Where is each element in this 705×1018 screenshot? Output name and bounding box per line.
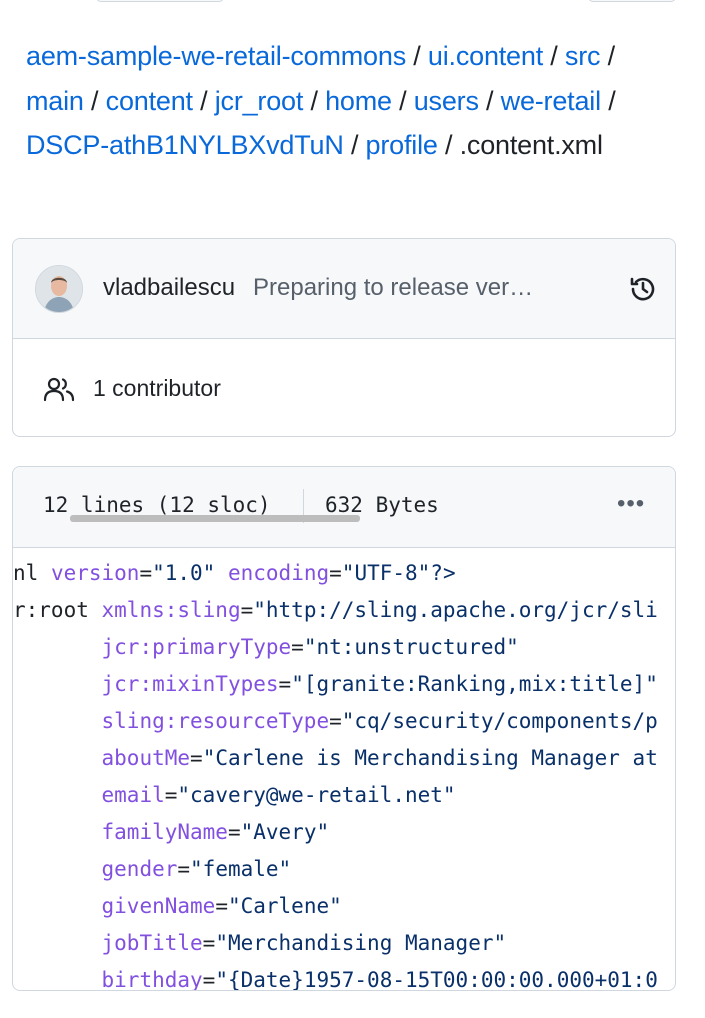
file-viewer: 12 lines (12 sloc) 632 Bytes ••• nl vers… <box>12 466 676 991</box>
code-string: "UTF-8"?> <box>341 561 456 585</box>
code-string: "Merchandising Manager" <box>215 931 507 955</box>
commit-card: vladbailescu Preparing to release ver… 1… <box>12 238 676 437</box>
breadcrumb-separator: / <box>391 85 414 116</box>
code-line: nl version="1.0" encoding="UTF-8"?> <box>13 560 456 586</box>
breadcrumb-separator: / <box>192 85 215 116</box>
breadcrumb-link[interactable]: content <box>106 86 193 116</box>
code-line: jcr:primaryType="nt:unstructured" <box>13 634 519 660</box>
breadcrumb-current-file: .content.xml <box>459 130 603 160</box>
breadcrumb-link[interactable]: jcr_root <box>215 86 304 116</box>
code-line: givenName="Carlene" <box>13 893 342 919</box>
code-line: familyName="Avery" <box>13 819 330 845</box>
code-text: = <box>240 598 254 622</box>
code-string: "{Date}1957-08-15T00:00:00.000+01:0 <box>215 968 658 990</box>
code-attribute: gender <box>101 857 178 881</box>
code-line: birthday="{Date}1957-08-15T00:00:00.000+… <box>13 967 658 990</box>
top-button-stub[interactable] <box>96 0 224 2</box>
code-attribute: birthday <box>101 968 203 990</box>
code-view[interactable]: nl version="1.0" encoding="UTF-8"?> r:roo… <box>13 548 675 990</box>
code-text: = <box>278 672 292 696</box>
breadcrumb-separator: / <box>343 130 366 160</box>
breadcrumb-separator: / <box>83 85 106 116</box>
code-string: "[granite:Ranking,mix:title]" <box>291 672 658 696</box>
code-string: "cq/security/components/p <box>341 709 658 733</box>
history-icon[interactable] <box>627 273 659 305</box>
code-attribute: encoding <box>227 561 330 585</box>
code-attribute: familyName <box>101 820 228 844</box>
contributors-count[interactable]: 1 contributor <box>93 375 221 402</box>
breadcrumb-link[interactable]: DSCP-athB1NYLBXvdTuN <box>26 130 344 160</box>
code-text: = <box>177 857 191 881</box>
breadcrumb-link[interactable]: main <box>26 86 84 116</box>
code-text: r:root <box>13 598 102 622</box>
code-attribute: sling:resourceType <box>101 709 330 733</box>
breadcrumb-separator: / <box>543 41 565 71</box>
file-size: 632 Bytes <box>325 493 439 517</box>
code-text: = <box>190 746 203 770</box>
code-string: "Carlene is Merchandising Manager at <box>202 746 658 770</box>
breadcrumb-separator: / <box>478 85 501 116</box>
contributors-row[interactable]: 1 contributor <box>13 339 675 436</box>
code-line: gender="female" <box>13 856 292 882</box>
code-attribute: jcr:mixinTypes <box>101 672 279 696</box>
code-line: aboutMe="Carlene is Merchandising Manage… <box>13 745 658 771</box>
file-header: 12 lines (12 sloc) 632 Bytes ••• <box>13 467 675 548</box>
code-string: "cavery@we-retail.net" <box>177 783 456 807</box>
code-line: jobTitle="Merchandising Manager" <box>13 930 507 956</box>
file-line-count: 12 lines (12 sloc) <box>43 493 271 517</box>
code-attribute: jcr:primaryType <box>101 635 292 659</box>
code-text: = <box>202 931 216 955</box>
code-text: = <box>227 820 241 844</box>
code-string: "Carlene" <box>227 894 342 918</box>
code-text: = <box>291 635 304 659</box>
commit-message[interactable]: Preparing to release ver… <box>253 274 533 302</box>
code-text: nl <box>13 561 51 585</box>
code-text: = <box>329 561 342 585</box>
code-attribute: givenName <box>101 894 216 918</box>
code-attribute: aboutMe <box>101 746 191 770</box>
breadcrumb-link[interactable]: aem-sample-we-retail-commons <box>26 41 406 71</box>
breadcrumb-link[interactable]: profile <box>366 130 438 160</box>
breadcrumb-link[interactable]: we-retail <box>501 86 601 116</box>
people-icon <box>43 377 75 402</box>
breadcrumb-link[interactable]: src <box>565 41 601 71</box>
code-text: = <box>164 783 178 807</box>
latest-commit-row[interactable]: vladbailescu Preparing to release ver… <box>13 239 675 339</box>
code-string: "http://sling.apache.org/jcr/sli <box>253 598 658 622</box>
breadcrumb-separator: / <box>303 85 326 116</box>
breadcrumb-link[interactable]: users <box>414 86 479 116</box>
breadcrumb-link[interactable]: home <box>325 86 392 116</box>
commit-author[interactable]: vladbailescu <box>103 274 235 302</box>
code-attribute: jobTitle <box>101 931 203 955</box>
code-text: = <box>202 968 216 990</box>
code-line: r:root xmlns:sling="http://sling.apache.… <box>13 597 658 623</box>
code-text: = <box>215 894 228 918</box>
breadcrumb-separator: / <box>600 41 616 71</box>
code-line: jcr:mixinTypes="[granite:Ranking,mix:tit… <box>13 671 658 697</box>
code-string: "female" <box>190 857 292 881</box>
horizontal-scrollbar[interactable] <box>70 515 360 522</box>
code-text: = <box>139 561 153 585</box>
breadcrumb-separator: / <box>437 130 460 160</box>
code-line: sling:resourceType="cq/security/componen… <box>13 708 658 734</box>
avatar[interactable] <box>35 265 83 313</box>
breadcrumb: aem-sample-we-retail-commons / ui.conten… <box>26 34 666 168</box>
code-text: = <box>329 709 342 733</box>
breadcrumb-separator: / <box>406 41 428 71</box>
code-attribute: email <box>101 783 165 807</box>
code-string: "1.0" <box>152 561 216 585</box>
code-attribute: version <box>50 561 140 585</box>
breadcrumb-link[interactable]: ui.content <box>428 41 543 71</box>
code-string: "nt:unstructured" <box>303 635 519 659</box>
breadcrumb-separator: / <box>600 85 616 116</box>
code-attribute: xmlns:sling <box>101 598 241 622</box>
code-line: email="cavery@we-retail.net" <box>13 782 456 808</box>
code-string: "Avery" <box>240 820 330 844</box>
top-button-stub[interactable] <box>588 0 676 2</box>
kebab-horizontal-icon[interactable]: ••• <box>617 492 657 519</box>
